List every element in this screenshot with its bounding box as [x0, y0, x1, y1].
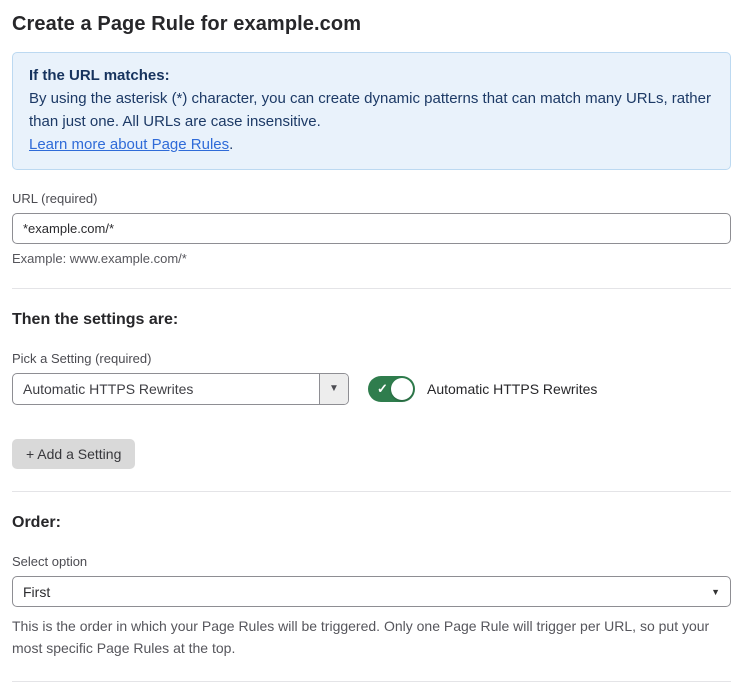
- check-icon: ✓: [377, 381, 388, 397]
- setting-select[interactable]: Automatic HTTPS Rewrites ▼: [12, 373, 349, 405]
- setting-row: Automatic HTTPS Rewrites ▼ ✓ Automatic H…: [12, 373, 731, 405]
- setting-select-arrow-button[interactable]: ▼: [319, 374, 348, 404]
- chevron-down-icon: ▼: [711, 586, 720, 597]
- divider: [12, 288, 731, 289]
- divider: [12, 681, 731, 682]
- info-box-body: By using the asterisk (*) character, you…: [29, 90, 711, 130]
- learn-more-link[interactable]: Learn more about Page Rules: [29, 136, 229, 153]
- setting-toggle[interactable]: ✓: [368, 376, 415, 402]
- order-select-value: First: [23, 583, 51, 600]
- info-box-link-line: Learn more about Page Rules.: [29, 133, 714, 156]
- add-setting-button[interactable]: + Add a Setting: [12, 439, 136, 469]
- link-suffix: .: [229, 136, 234, 153]
- settings-section-heading: Then the settings are:: [12, 311, 179, 328]
- order-select-label: Select option: [12, 554, 88, 569]
- chevron-down-icon: ▼: [329, 383, 339, 394]
- info-box-heading: If the URL matches:: [29, 67, 170, 84]
- page-title: Create a Page Rule for example.com: [12, 13, 362, 35]
- toggle-label: Automatic HTTPS Rewrites: [427, 381, 598, 397]
- divider: [12, 491, 731, 492]
- url-input[interactable]: [12, 213, 731, 244]
- order-section-heading: Order:: [12, 514, 61, 531]
- pick-setting-label: Pick a Setting (required): [12, 351, 152, 366]
- url-field-helper: Example: www.example.com/*: [12, 251, 187, 266]
- url-match-info-box: If the URL matches: By using the asteris…: [12, 52, 731, 170]
- order-helper-text: This is the order in which your Page Rul…: [12, 618, 710, 656]
- toggle-knob: [391, 378, 413, 400]
- create-page-rule-panel: Create a Page Rule for example.com If th…: [0, 0, 743, 686]
- url-field-label: URL (required): [12, 191, 98, 206]
- order-select[interactable]: First ▼: [12, 576, 731, 607]
- setting-select-value: Automatic HTTPS Rewrites: [23, 381, 194, 397]
